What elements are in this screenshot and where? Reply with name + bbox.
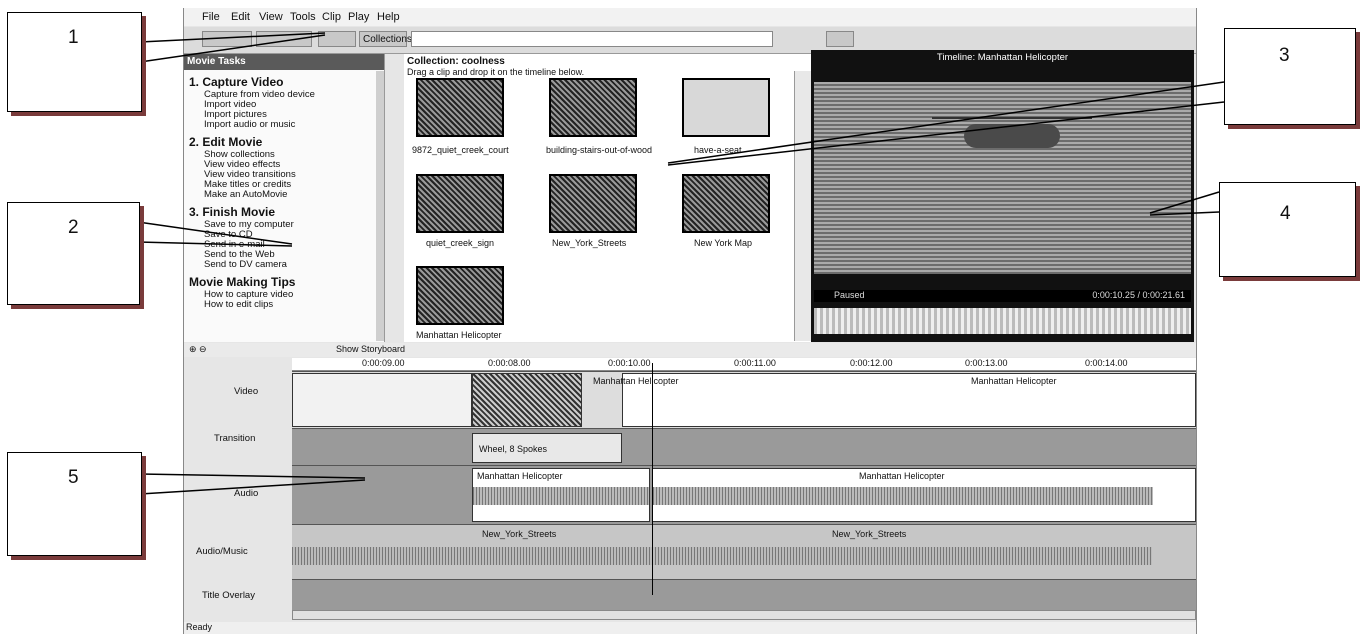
callout-number: 2: [68, 217, 79, 238]
callout-box: 1: [7, 12, 142, 112]
callout-box: 3: [1224, 28, 1356, 125]
callout-box: 5: [7, 452, 142, 556]
callout-box: 4: [1219, 182, 1356, 277]
callout-number: 5: [68, 467, 79, 488]
callout-number: 3: [1279, 45, 1290, 66]
callout-number: 4: [1280, 203, 1291, 224]
callout-leader-lines: [137, 32, 1225, 495]
callout-box: 2: [7, 202, 140, 305]
callout-number: 1: [68, 27, 79, 48]
